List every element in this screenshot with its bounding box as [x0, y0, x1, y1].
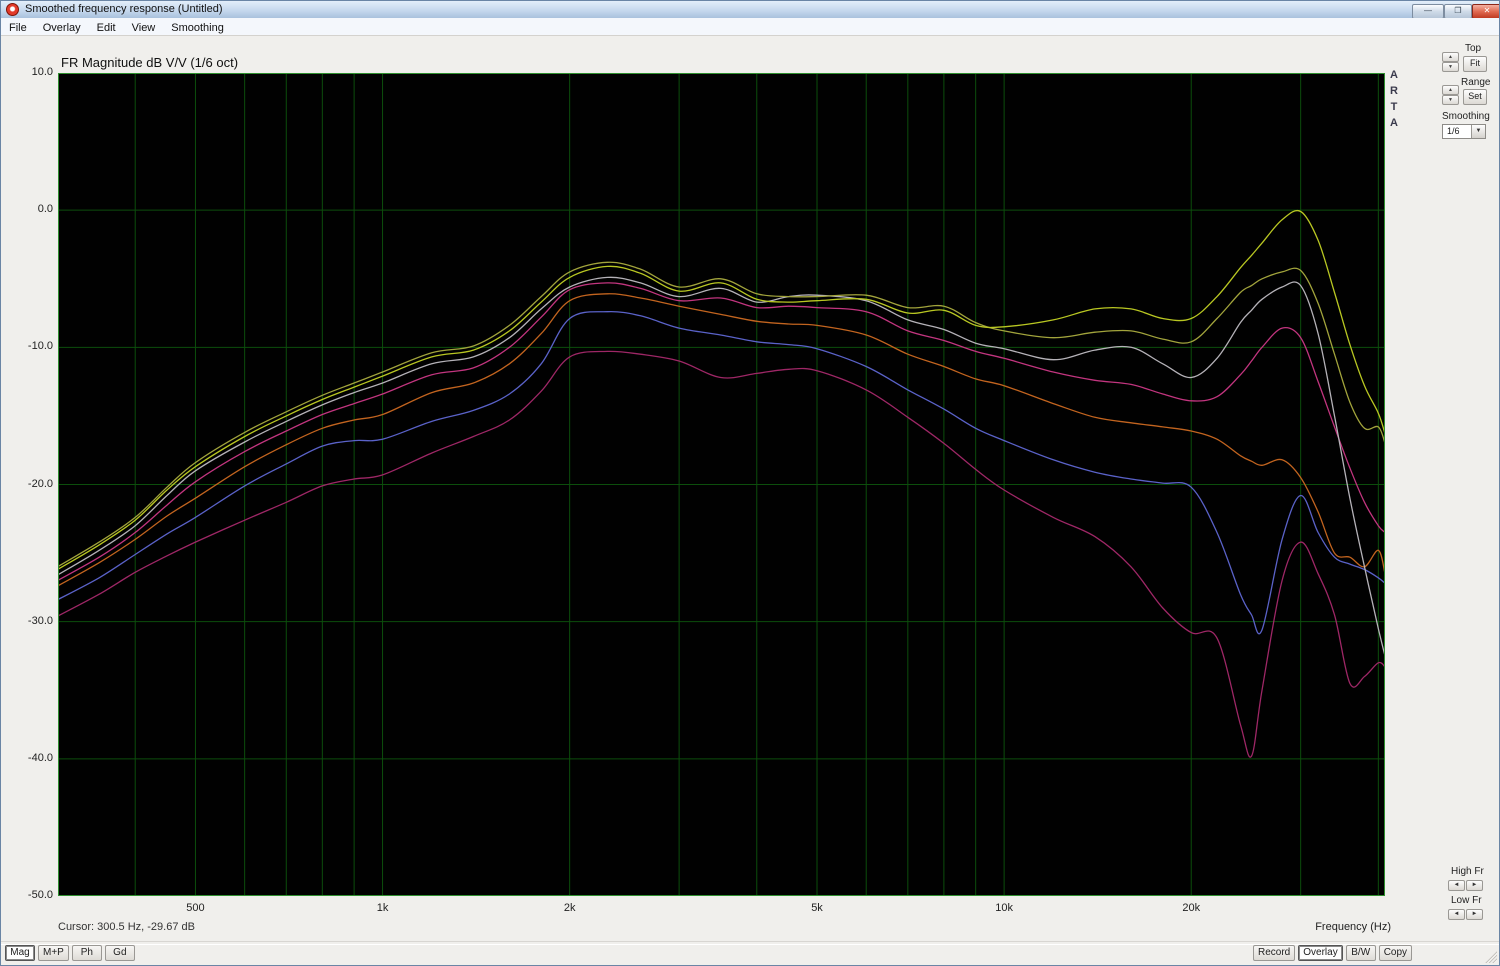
x-tick-label: 500 [173, 902, 217, 914]
resize-grip[interactable] [1485, 951, 1497, 963]
y-tick-label: -20.0 [5, 478, 53, 490]
smoothing-dropdown[interactable]: 1/6 ▼ [1442, 124, 1486, 139]
overlay-button[interactable]: Overlay [1298, 945, 1342, 961]
title-bar[interactable]: Smoothed frequency response (Untitled) —… [1, 1, 1499, 19]
record-button[interactable]: Record [1253, 945, 1295, 961]
range-spin-down-button[interactable]: ▼ [1442, 95, 1459, 105]
y-tick-label: 0.0 [5, 203, 53, 215]
window-title: Smoothed frequency response (Untitled) [25, 3, 223, 15]
mode-gd-button[interactable]: Gd [105, 945, 135, 961]
x-axis-title: Frequency (Hz) [1251, 921, 1391, 933]
top-spin-down-button[interactable]: ▼ [1442, 62, 1459, 72]
range-spinner: ▲ ▼ [1442, 85, 1459, 105]
set-button[interactable]: Set [1463, 89, 1487, 105]
minimize-button[interactable]: — [1412, 4, 1444, 19]
copy-button[interactable]: Copy [1379, 945, 1412, 961]
smoothing-label: Smoothing [1442, 111, 1490, 122]
range-label: Range [1461, 77, 1490, 88]
y-tick-label: -40.0 [5, 752, 53, 764]
action-buttons: RecordOverlayB/WCopy [1253, 945, 1412, 961]
app-icon [6, 3, 19, 16]
x-tick-label: 20k [1169, 902, 1213, 914]
restore-button[interactable]: ❐ [1444, 4, 1472, 19]
mode-mag-button[interactable]: Mag [5, 945, 35, 961]
mode-ph-button[interactable]: Ph [72, 945, 102, 961]
plot-title: FR Magnitude dB V/V (1/6 oct) [61, 55, 238, 70]
fit-button[interactable]: Fit [1463, 56, 1487, 72]
y-tick-label: -30.0 [5, 615, 53, 627]
smoothing-value: 1/6 [1447, 126, 1460, 136]
menu-item-edit[interactable]: Edit [89, 20, 124, 34]
close-button[interactable]: ✕ [1472, 4, 1500, 19]
menu-item-overlay[interactable]: Overlay [35, 20, 89, 34]
cursor-readout: Cursor: 300.5 Hz, -29.67 dB [58, 921, 195, 933]
top-spin-up-button[interactable]: ▲ [1442, 52, 1459, 62]
menu-item-file[interactable]: File [1, 20, 35, 34]
high-fr-label: High Fr [1451, 866, 1484, 877]
chevron-down-icon[interactable]: ▼ [1471, 125, 1485, 138]
x-tick-label: 2k [548, 902, 592, 914]
high-fr-arrow-left-icon[interactable]: ◄ [1448, 880, 1465, 891]
high-fr-arrow-right-icon[interactable]: ► [1466, 880, 1483, 891]
menu-item-smoothing[interactable]: Smoothing [163, 20, 232, 34]
top-label: Top [1465, 43, 1481, 54]
arta-watermark: ARTA [1387, 67, 1401, 131]
top-spinner: ▲ ▼ [1442, 52, 1459, 72]
mode-m-p-button[interactable]: M+P [38, 945, 69, 961]
y-tick-label: -50.0 [5, 889, 53, 901]
low-fr-arrows: ◄► [1448, 909, 1483, 920]
menu-bar: FileOverlayEditViewSmoothing [1, 18, 1499, 36]
app-window: Smoothed frequency response (Untitled) —… [0, 0, 1500, 966]
menu-item-view[interactable]: View [124, 20, 164, 34]
x-tick-label: 10k [982, 902, 1026, 914]
y-tick-label: -10.0 [5, 340, 53, 352]
low-fr-label: Low Fr [1451, 895, 1482, 906]
high-fr-arrows: ◄► [1448, 880, 1483, 891]
x-tick-label: 5k [795, 902, 839, 914]
plot-area[interactable] [58, 73, 1385, 896]
b-w-button[interactable]: B/W [1346, 945, 1376, 961]
view-mode-buttons: MagM+PPhGd [5, 945, 135, 961]
low-fr-arrow-left-icon[interactable]: ◄ [1448, 909, 1465, 920]
range-spin-up-button[interactable]: ▲ [1442, 85, 1459, 95]
low-fr-arrow-right-icon[interactable]: ► [1466, 909, 1483, 920]
x-tick-label: 1k [361, 902, 405, 914]
y-tick-label: 10.0 [5, 66, 53, 78]
